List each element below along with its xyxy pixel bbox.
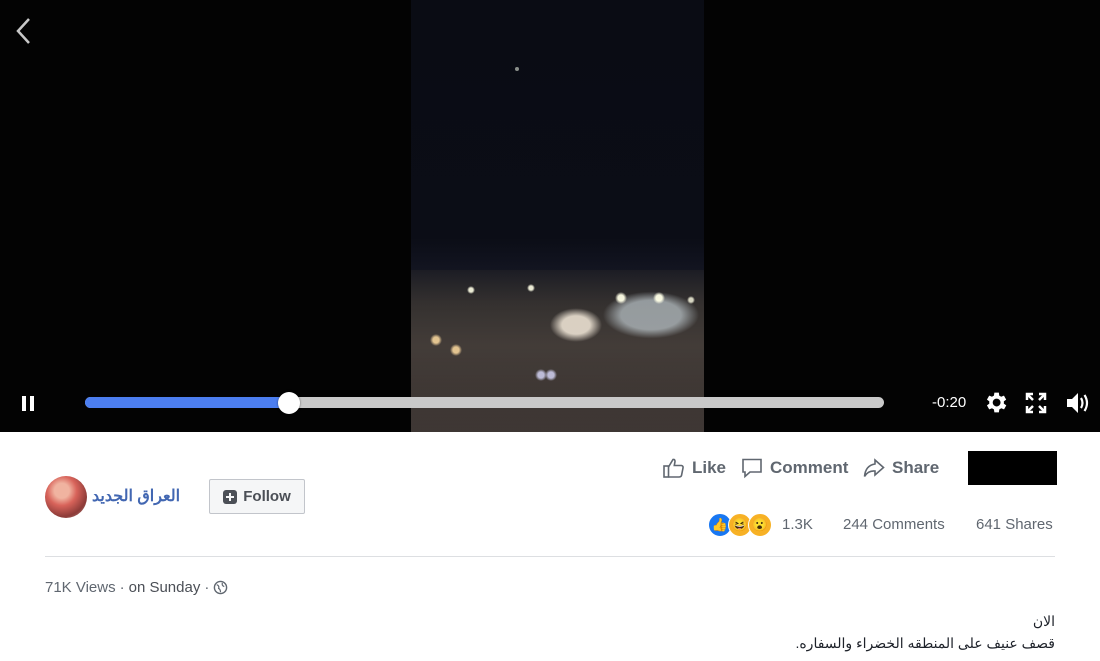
redacted-block: [968, 451, 1057, 485]
description-line-1: الان: [1032, 613, 1055, 629]
globe-icon: [214, 580, 228, 595]
like-icon: [663, 458, 684, 478]
video-player[interactable]: -0:20: [0, 0, 1100, 432]
like-button[interactable]: Like: [662, 455, 726, 481]
player-controls: -0:20: [0, 382, 1100, 424]
reaction-icons[interactable]: 👍 😆 😮: [708, 513, 772, 537]
description-line-2: قصف عنيف على المنطقه الخضراء والسفاره.: [795, 635, 1055, 651]
progress-fill: [85, 397, 289, 408]
share-label: Share: [892, 458, 940, 477]
share-button[interactable]: Share: [862, 455, 939, 481]
meta-separator: ·: [204, 579, 210, 596]
settings-icon[interactable]: [982, 389, 1009, 416]
video-light-speck: [515, 67, 519, 71]
comment-label: Comment: [770, 458, 849, 477]
post-meta: 71K Views · on Sunday ·: [45, 579, 228, 596]
comment-button[interactable]: Comment: [740, 455, 848, 481]
wow-reaction-icon: 😮: [748, 513, 772, 537]
share-icon: [863, 458, 885, 477]
comments-count[interactable]: 244 Comments: [843, 516, 945, 533]
time-remaining: -0:20: [932, 394, 967, 411]
shares-count[interactable]: 641 Shares: [976, 516, 1053, 533]
video-frame[interactable]: [411, 0, 704, 432]
progress-bar[interactable]: [85, 392, 884, 414]
page-name-link[interactable]: العراق الجديد: [92, 486, 180, 506]
follow-button[interactable]: Follow: [209, 479, 305, 514]
volume-icon[interactable]: [1064, 390, 1092, 416]
divider: [45, 556, 1055, 557]
avatar[interactable]: [45, 476, 87, 518]
comment-icon: [742, 458, 762, 479]
pause-icon[interactable]: [19, 393, 37, 413]
post-description: الان قصف عنيف على المنطقه الخضراء والسفا…: [795, 610, 1055, 654]
follow-label: Follow: [243, 488, 291, 505]
progress-scrubber[interactable]: [277, 392, 300, 414]
fullscreen-icon[interactable]: [1025, 392, 1047, 414]
reaction-count[interactable]: 1.3K: [782, 516, 813, 533]
meta-separator: ·: [119, 579, 125, 596]
like-label: Like: [692, 458, 727, 477]
views-count: 71K Views: [45, 579, 116, 596]
follow-plus-icon: [223, 489, 238, 504]
back-icon[interactable]: [14, 16, 34, 46]
post-date-link[interactable]: on Sunday: [129, 579, 201, 596]
